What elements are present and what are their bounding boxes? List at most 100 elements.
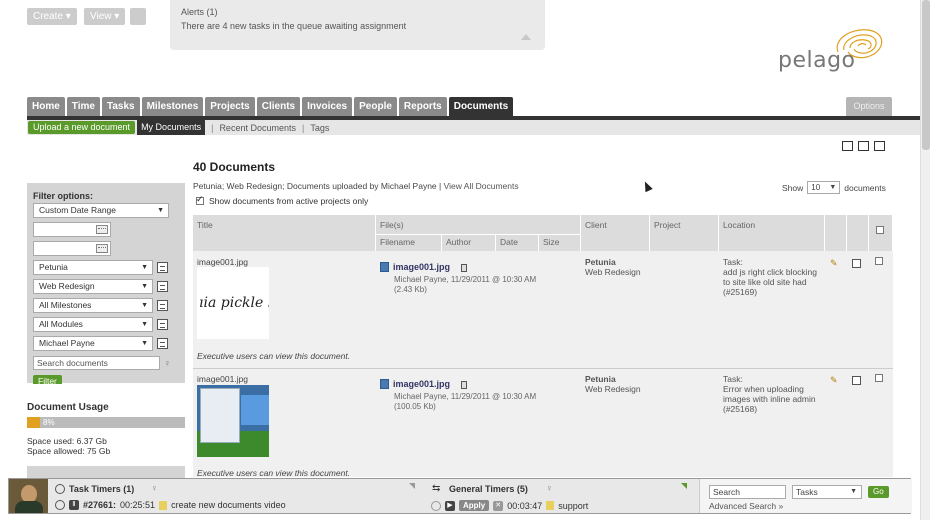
close-icon[interactable]: ✕ — [493, 500, 504, 511]
notes-icon[interactable] — [130, 8, 146, 25]
upload-document-button[interactable]: Upload a new document — [28, 121, 136, 134]
lightbulb-icon[interactable]: ♀ — [151, 483, 158, 493]
search-scope-select[interactable]: Tasks ▼ — [792, 485, 862, 499]
document-title[interactable]: image001.jpg — [197, 374, 248, 384]
file-meta: Michael Payne, 11/29/2011 @ 10:30 AM (2.… — [394, 275, 536, 295]
page-size-select[interactable]: 10 ▼ — [807, 181, 841, 194]
pause-icon[interactable]: Ⅱ — [69, 500, 79, 510]
create-button[interactable]: Create ▾ — [27, 8, 77, 25]
note-icon[interactable] — [546, 501, 555, 510]
lightbulb-icon[interactable]: ♀ — [164, 358, 171, 368]
project-select[interactable]: Web Redesign ▼ — [33, 279, 153, 294]
scrollbar-thumb[interactable] — [922, 0, 930, 150]
table-row: image001.jpg image001.jpg Michael Payne,… — [193, 368, 893, 477]
column-size[interactable]: Size — [539, 234, 581, 251]
page-scrollbar[interactable] — [920, 0, 930, 520]
user-select[interactable]: Michael Payne ▼ — [33, 336, 153, 351]
tab-people[interactable]: People — [354, 97, 397, 116]
collapse-alerts-icon[interactable] — [521, 34, 531, 40]
location-task-link[interactable]: Error when uploading images with inline … — [723, 384, 821, 414]
tab-reports[interactable]: Reports — [398, 97, 447, 116]
column-filename[interactable]: Filename — [376, 234, 442, 251]
general-elapsed-time: 00:03:47 — [507, 500, 543, 511]
tab-milestones[interactable]: Milestones — [141, 97, 204, 116]
page-title: 40 Documents — [193, 160, 276, 174]
general-timers-title[interactable]: General Timers (5) — [449, 484, 528, 494]
download-icon[interactable] — [852, 259, 861, 268]
end-date-input[interactable] — [33, 241, 111, 256]
file-name-link[interactable]: image001.jpg — [393, 262, 450, 272]
task-id-link[interactable]: #27661: — [83, 500, 116, 510]
lightbulb-icon[interactable]: ♀ — [546, 483, 553, 493]
apply-button[interactable]: Apply — [459, 500, 490, 511]
tab-tasks[interactable]: Tasks — [101, 97, 140, 116]
row-checkbox[interactable] — [875, 257, 883, 265]
dropdown-arrow-icon: ▼ — [141, 340, 148, 347]
search-documents-input[interactable]: Search documents — [33, 355, 160, 370]
column-project[interactable]: Project — [650, 215, 719, 251]
document-title[interactable]: image001.jpg — [197, 257, 248, 267]
dropdown-arrow-icon: ▼ — [141, 302, 148, 309]
trash-icon[interactable] — [461, 381, 467, 389]
advanced-search-link[interactable]: Advanced Search » — [709, 501, 783, 511]
column-client[interactable]: Client — [581, 215, 650, 251]
document-usage-panel: Document Usage 8% Space used: 6.37 Gb Sp… — [27, 384, 185, 464]
list-icon[interactable] — [157, 281, 168, 292]
clock-icon — [55, 500, 65, 510]
list-icon[interactable] — [157, 262, 168, 273]
column-edit — [825, 215, 847, 251]
tab-invoices[interactable]: Invoices — [302, 97, 353, 116]
list-icon[interactable] — [157, 338, 168, 349]
column-author[interactable]: Author — [442, 234, 496, 251]
download-icon[interactable] — [852, 376, 861, 385]
view-all-documents-link[interactable]: View All Documents — [444, 181, 519, 191]
active-projects-checkbox[interactable] — [196, 194, 204, 205]
view-button[interactable]: View ▾ — [84, 8, 126, 25]
tab-home[interactable]: Home — [27, 97, 65, 116]
module-select[interactable]: All Modules ▼ — [33, 317, 153, 332]
calendar-icon[interactable] — [96, 225, 108, 234]
subnav-my-documents[interactable]: My Documents — [137, 120, 206, 135]
export-icon[interactable] — [858, 141, 869, 151]
email-icon[interactable] — [842, 141, 853, 151]
milestone-select[interactable]: All Milestones ▼ — [33, 298, 153, 313]
trash-icon[interactable] — [461, 264, 467, 272]
row-checkbox[interactable] — [875, 374, 883, 382]
calendar-icon[interactable] — [96, 244, 108, 253]
edit-pencil-icon[interactable]: ✎ — [830, 258, 838, 269]
list-icon[interactable] — [157, 319, 168, 330]
tab-documents[interactable]: Documents — [448, 97, 514, 116]
edit-pencil-icon[interactable]: ✎ — [830, 375, 838, 386]
column-location[interactable]: Location — [719, 215, 825, 251]
subnav-tags[interactable]: Tags — [304, 123, 335, 133]
tab-projects[interactable]: Projects — [205, 97, 255, 116]
print-icon[interactable] — [874, 141, 885, 151]
subnav-recent-documents[interactable]: Recent Documents — [213, 123, 302, 133]
tab-time[interactable]: Time — [66, 97, 100, 116]
collapse-corner-icon[interactable] — [409, 483, 415, 489]
quick-search-input[interactable]: Search — [709, 485, 786, 499]
client-value: Petunia — [39, 262, 68, 272]
client-select[interactable]: Petunia ▼ — [33, 260, 153, 275]
collapse-corner-icon[interactable] — [681, 483, 687, 489]
column-date[interactable]: Date — [496, 234, 539, 251]
select-all-checkbox[interactable] — [876, 226, 884, 234]
go-button[interactable]: Go — [868, 486, 889, 498]
task-timers-title[interactable]: Task Timers (1) — [69, 484, 134, 494]
date-range-select[interactable]: Custom Date Range ▼ — [33, 203, 169, 218]
note-icon[interactable] — [159, 500, 168, 510]
list-icon[interactable] — [157, 300, 168, 311]
document-thumbnail[interactable] — [197, 385, 269, 457]
column-title[interactable]: Title — [193, 215, 376, 251]
document-thumbnail[interactable]: ıia pickle bo — [197, 267, 269, 339]
space-used: Space used: 6.37 Gb — [27, 436, 107, 446]
play-icon[interactable]: ▶ — [445, 500, 455, 511]
tab-clients[interactable]: Clients — [256, 97, 301, 116]
location-task-link[interactable]: add js right click blocking to site like… — [723, 267, 821, 297]
image-file-icon — [380, 262, 389, 272]
file-name-link[interactable]: image001.jpg — [393, 379, 450, 389]
avatar[interactable] — [9, 479, 48, 513]
options-button[interactable]: Options — [846, 97, 892, 116]
start-date-input[interactable] — [33, 222, 111, 237]
mouse-cursor — [641, 179, 653, 193]
